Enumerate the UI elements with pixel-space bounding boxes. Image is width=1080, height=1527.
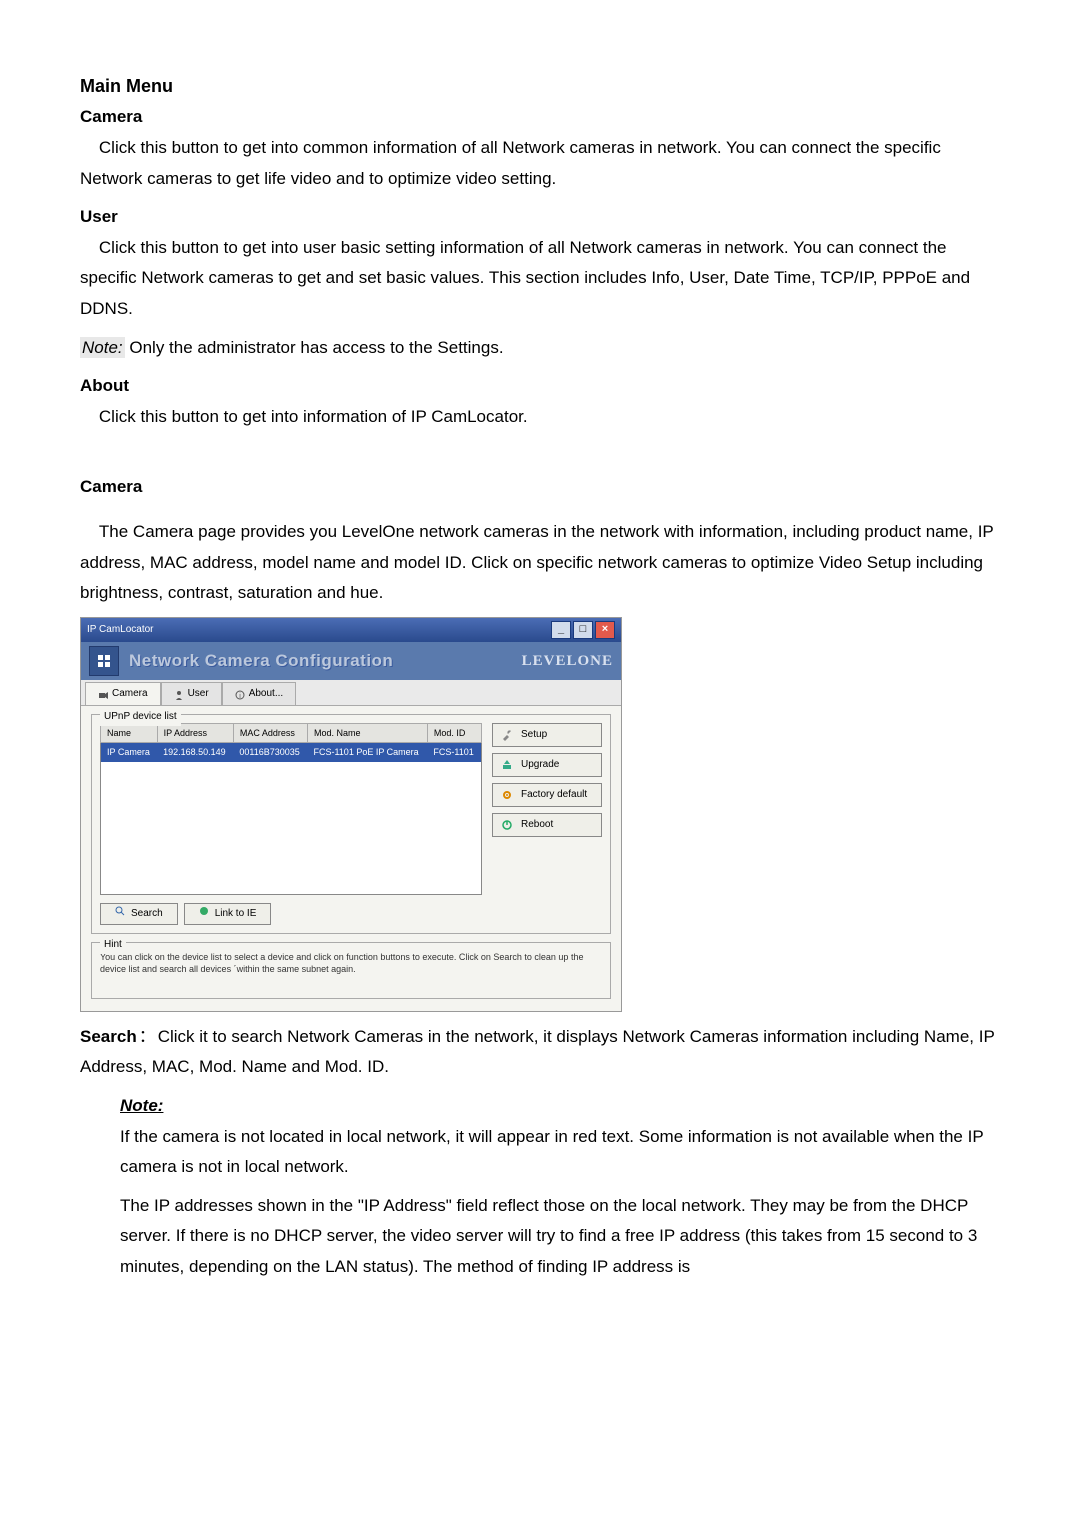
col-modid[interactable]: Mod. ID	[427, 724, 481, 743]
col-name[interactable]: Name	[101, 724, 158, 743]
note2-label: Note:	[120, 1091, 1000, 1122]
tab-camera-label: Camera	[112, 685, 148, 703]
tab-content: UPnP device list Name IP Address MAC Add…	[81, 706, 621, 1011]
factory-label: Factory default	[521, 786, 587, 804]
hint-text: You can click on the device list to sele…	[100, 951, 602, 976]
note-admin-line: Note: Only the administrator has access …	[80, 333, 1000, 364]
table-row[interactable]: IP Camera 192.168.50.149 00116B730035 FC…	[101, 743, 482, 762]
wrench-icon	[501, 729, 513, 741]
brand-label: LEVELONE	[522, 648, 613, 675]
camera2-heading: Camera	[80, 472, 1000, 503]
col-modname[interactable]: Mod. Name	[307, 724, 427, 743]
minimize-button[interactable]: _	[551, 621, 571, 639]
search-button-label: Search	[131, 905, 163, 923]
camera2-paragraph: The Camera page provides you LevelOne ne…	[80, 517, 1000, 609]
user-icon	[174, 689, 184, 699]
camera-heading: Camera	[80, 102, 1000, 133]
camera-icon	[98, 689, 108, 699]
device-table: Name IP Address MAC Address Mod. Name Mo…	[100, 723, 482, 894]
main-menu-heading: Main Menu	[80, 70, 1000, 102]
note2-p2: The IP addresses shown in the "IP Addres…	[120, 1191, 1000, 1283]
search-icon	[115, 905, 125, 923]
about-heading: About	[80, 371, 1000, 402]
setup-label: Setup	[521, 726, 547, 744]
tab-user[interactable]: User	[161, 682, 222, 705]
tab-about[interactable]: i About...	[222, 682, 296, 705]
col-mac[interactable]: MAC Address	[233, 724, 307, 743]
cell-ip: 192.168.50.149	[157, 743, 233, 762]
camera-paragraph: Click this button to get into common inf…	[80, 133, 1000, 194]
cell-name: IP Camera	[101, 743, 158, 762]
search-button[interactable]: Search	[100, 903, 178, 925]
upgrade-label: Upgrade	[521, 756, 559, 774]
window-title: IP CamLocator	[87, 621, 154, 639]
tab-about-label: About...	[249, 685, 283, 703]
factory-default-button[interactable]: Factory default	[492, 783, 602, 807]
upgrade-icon	[501, 759, 513, 771]
app-screenshot: IP CamLocator _ □ × Network Camera Confi…	[80, 617, 622, 1012]
setup-button[interactable]: Setup	[492, 723, 602, 747]
search-desc: Click it to search Network Cameras in th…	[80, 1027, 994, 1077]
user-heading: User	[80, 202, 1000, 233]
window-controls: _ □ ×	[551, 621, 615, 639]
tabs-row: Camera User i About...	[81, 680, 621, 706]
tab-camera[interactable]: Camera	[85, 682, 161, 705]
gear-icon	[501, 789, 513, 801]
window-titlebar: IP CamLocator _ □ ×	[81, 618, 621, 642]
col-ip[interactable]: IP Address	[157, 724, 233, 743]
globe-icon	[199, 905, 209, 923]
colon: ：	[139, 1027, 156, 1046]
info-icon: i	[235, 689, 245, 699]
side-button-panel: Setup Upgrade Factory default Reboot	[492, 723, 602, 924]
link-ie-label: Link to IE	[215, 905, 257, 923]
app-logo	[89, 646, 119, 676]
search-label: Search	[80, 1027, 137, 1046]
hint-label: Hint	[100, 936, 126, 954]
note-admin-text: Only the administrator has access to the…	[125, 338, 504, 357]
close-button[interactable]: ×	[595, 621, 615, 639]
cell-modid: FCS-1101	[427, 743, 481, 762]
user-paragraph: Click this button to get into user basic…	[80, 233, 1000, 325]
reboot-label: Reboot	[521, 816, 553, 834]
about-paragraph: Click this button to get into informatio…	[80, 402, 1000, 433]
note-label: Note:	[80, 337, 125, 358]
reboot-button[interactable]: Reboot	[492, 813, 602, 837]
note2-p1: If the camera is not located in local ne…	[120, 1122, 1000, 1183]
table-header-row: Name IP Address MAC Address Mod. Name Mo…	[101, 724, 482, 743]
hint-group: Hint You can click on the device list to…	[91, 942, 611, 999]
cell-modname: FCS-1101 PoE IP Camera	[307, 743, 427, 762]
upgrade-button[interactable]: Upgrade	[492, 753, 602, 777]
header-bar: Network Camera Configuration LEVELONE	[81, 642, 621, 681]
group-label: UPnP device list	[100, 708, 181, 726]
device-list-group: UPnP device list Name IP Address MAC Add…	[91, 714, 611, 933]
link-ie-button[interactable]: Link to IE	[184, 903, 272, 925]
cell-mac: 00116B730035	[233, 743, 307, 762]
power-icon	[501, 819, 513, 831]
tab-user-label: User	[188, 685, 209, 703]
maximize-button[interactable]: □	[573, 621, 593, 639]
header-title: Network Camera Configuration	[129, 646, 393, 677]
search-desc-line: Search：Click it to search Network Camera…	[80, 1022, 1000, 1083]
empty-space	[101, 762, 482, 895]
